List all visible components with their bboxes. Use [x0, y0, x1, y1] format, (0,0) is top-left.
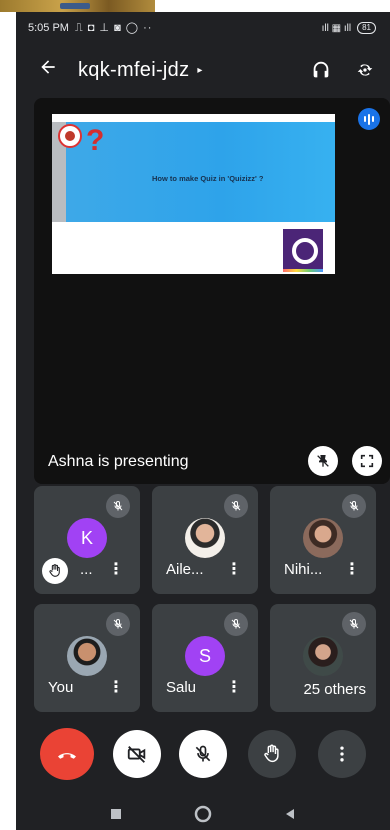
back-arrow-icon[interactable] — [38, 57, 78, 83]
presentation-view[interactable]: ? How to make Quiz in 'Quizizz' ? Ashna … — [34, 98, 390, 484]
participant-name: You — [48, 679, 74, 696]
audio-level-icon — [358, 108, 380, 130]
others-tile[interactable]: 25 others — [270, 604, 376, 712]
participant-tile[interactable]: K ... ⋮ — [34, 486, 140, 594]
avatar: S — [185, 636, 225, 676]
others-count-label: 25 others — [299, 679, 370, 700]
more-vert-icon[interactable]: ⋮ — [226, 680, 242, 696]
quizizz-logo-stripe — [283, 269, 323, 272]
corner-decoration — [0, 0, 155, 12]
call-controls — [16, 728, 390, 782]
participant-name: ... — [80, 561, 93, 578]
quizizz-logo — [283, 229, 323, 269]
fullscreen-icon[interactable] — [352, 446, 382, 476]
mic-off-icon — [224, 612, 248, 636]
more-vert-icon[interactable]: ⋮ — [108, 562, 124, 578]
signal-icons: ıll ▦ ıll — [321, 22, 352, 34]
more-vert-icon[interactable]: ⋮ — [108, 680, 124, 696]
avatar: K — [67, 518, 107, 558]
camera-off-icon — [127, 746, 146, 763]
avatar — [303, 636, 343, 676]
mic-off-icon — [224, 494, 248, 518]
raised-hand-icon — [264, 744, 279, 763]
mic-off-icon — [195, 745, 211, 762]
avatar — [303, 518, 343, 558]
participant-tile[interactable]: You ⋮ — [34, 604, 140, 712]
switch-camera-icon[interactable] — [354, 59, 376, 81]
participant-name: Nihi... — [284, 561, 323, 578]
nav-square-icon[interactable] — [110, 807, 122, 825]
raise-hand-button[interactable] — [248, 730, 296, 778]
raised-hand-icon — [42, 558, 68, 584]
participant-name: Aile... — [166, 561, 204, 578]
status-bar: 5:05 PM ⎍ ◘ ⊥ ◙ ◯ ·· ıll ▦ ıll 81 — [16, 12, 390, 44]
participant-tile[interactable]: Aile... ⋮ — [152, 486, 258, 594]
more-vert-icon[interactable]: ⋮ — [344, 562, 360, 578]
avatar — [185, 518, 225, 558]
slide-logo — [58, 124, 82, 148]
more-vert-icon[interactable]: ⋮ — [226, 562, 242, 578]
meeting-details-caret[interactable]: ▸ — [197, 65, 202, 76]
end-call-icon — [58, 753, 76, 759]
mic-off-icon — [106, 494, 130, 518]
slide-heading: How to make Quiz in 'Quizizz' ? — [152, 174, 264, 183]
question-mark-graphic: ? — [86, 124, 105, 157]
more-vert-icon — [340, 746, 344, 762]
camera-toggle-button[interactable] — [113, 730, 161, 778]
nav-circle-icon[interactable] — [194, 805, 212, 828]
end-call-button[interactable] — [40, 728, 94, 780]
mic-off-icon — [342, 612, 366, 636]
more-options-button[interactable] — [318, 730, 366, 778]
status-time: 5:05 PM — [28, 22, 69, 34]
shared-slide: ? How to make Quiz in 'Quizizz' ? — [52, 114, 335, 274]
participant-tile[interactable]: Nihi... ⋮ — [270, 486, 376, 594]
participant-tile[interactable]: S Salu ⋮ — [152, 604, 258, 712]
participant-name: Salu — [166, 679, 197, 696]
notification-icons: ⎍ ◘ ⊥ ◙ ◯ ·· — [74, 22, 153, 34]
nav-back-triangle-icon[interactable] — [284, 807, 296, 825]
app-bar: kqk-mfei-jdz ▸ — [16, 48, 390, 92]
avatar — [67, 636, 107, 676]
meeting-code[interactable]: kqk-mfei-jdz — [78, 59, 189, 82]
mic-toggle-button[interactable] — [179, 730, 227, 778]
mic-off-icon — [342, 494, 366, 518]
mic-off-icon — [106, 612, 130, 636]
battery-icon: 81 — [357, 22, 376, 34]
pin-off-icon[interactable] — [308, 446, 338, 476]
phone-screen: 5:05 PM ⎍ ◘ ⊥ ◙ ◯ ·· ıll ▦ ıll 81 kqk-mf… — [16, 12, 390, 830]
headphones-icon[interactable] — [310, 59, 332, 81]
presenter-label: Ashna is presenting — [48, 453, 189, 470]
system-nav-bar — [16, 802, 390, 830]
